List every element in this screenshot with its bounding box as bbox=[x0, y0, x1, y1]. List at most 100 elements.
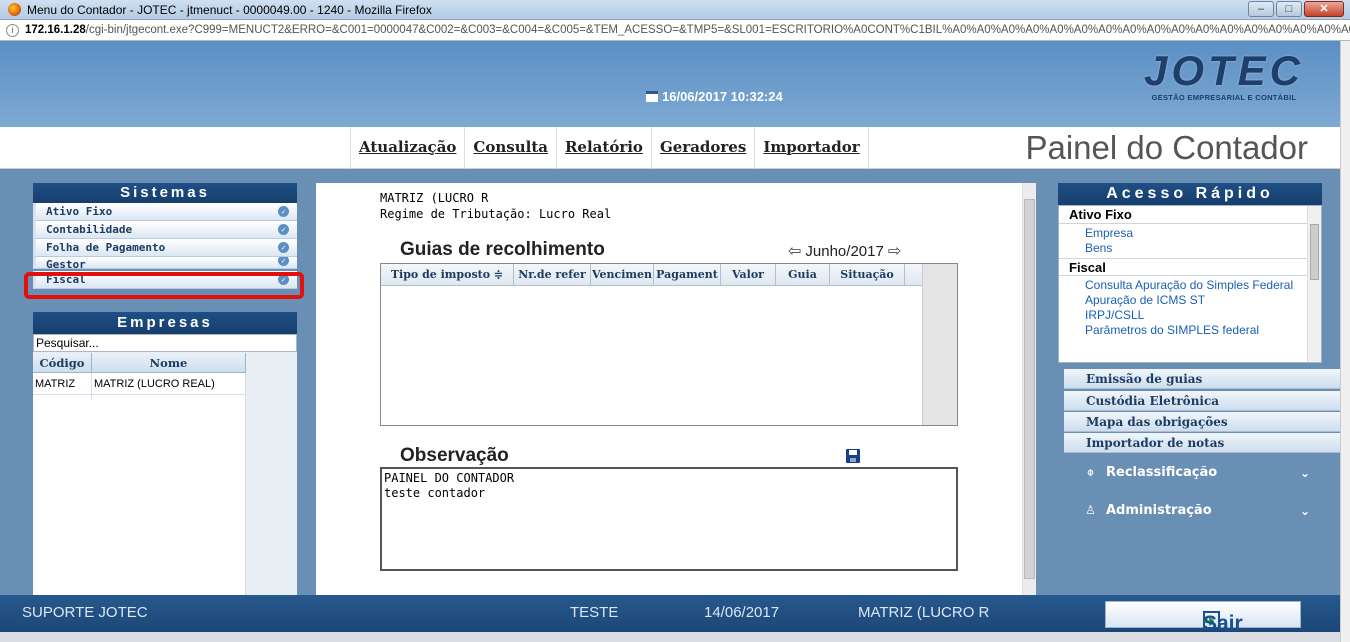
col-nr-refer[interactable]: Nr.de refer bbox=[514, 264, 591, 285]
menu-relatorio[interactable]: Relatório bbox=[555, 127, 651, 169]
minimize-button[interactable]: – bbox=[1248, 1, 1274, 17]
guias-table: Tipo de imposto ≑ Nr.de refer Vencimen P… bbox=[380, 263, 958, 426]
reclassificacao-label: Reclassificação bbox=[1106, 465, 1218, 480]
content-scrollbar[interactable] bbox=[1022, 183, 1036, 595]
sistema-label: Folha de Pagamento bbox=[46, 241, 166, 254]
footer-support: SUPORTE JOTEC bbox=[22, 604, 148, 621]
prev-month-icon[interactable]: ⇦ bbox=[788, 241, 801, 261]
col-valor[interactable]: Valor bbox=[721, 264, 776, 285]
save-icon[interactable] bbox=[846, 449, 860, 463]
maximize-button[interactable]: □ bbox=[1276, 1, 1302, 17]
menu-importador[interactable]: Importador bbox=[754, 127, 869, 169]
page-title: Painel do Contador bbox=[1025, 129, 1308, 166]
chevron-down-icon: ⌄ bbox=[1299, 504, 1310, 518]
col-codigo[interactable]: Código bbox=[33, 353, 92, 372]
empresas-title: Empresas bbox=[33, 312, 297, 334]
custodia-eletronica-button[interactable]: Custódia Eletrônica bbox=[1064, 391, 1348, 411]
guias-table-side bbox=[922, 264, 957, 425]
reclassificacao-expander[interactable]: ⌽ Reclassificação ⌄ bbox=[1064, 458, 1316, 488]
group-ativo-fixo: Ativo Fixo bbox=[1059, 206, 1321, 224]
menu-row: Atualização Consulta Relatório Geradores… bbox=[0, 127, 1340, 169]
group-fiscal: Fiscal bbox=[1059, 258, 1321, 276]
col-nome[interactable]: Nome bbox=[92, 353, 246, 372]
empresas-empty-area bbox=[33, 400, 246, 622]
guias-title: Guias de recolhimento bbox=[400, 239, 605, 260]
regime-tributacao: Regime de Tributação: Lucro Real bbox=[380, 207, 612, 221]
menu-geradores[interactable]: Geradores bbox=[650, 127, 754, 169]
status-footer: SUPORTE JOTEC TESTE 14/06/2017 MATRIZ (L… bbox=[0, 595, 1340, 635]
col-guia[interactable]: Guia bbox=[776, 264, 830, 285]
col-tipo-imposto[interactable]: Tipo de imposto ≑ bbox=[381, 264, 514, 285]
obs-line: PAINEL DO CONTADOR bbox=[384, 471, 515, 485]
fiscal-highlight-box bbox=[24, 272, 304, 299]
link-icms-st[interactable]: Apuração de ICMS ST bbox=[1059, 293, 1321, 308]
sistema-contabilidade[interactable]: Contabilidade ✓ bbox=[33, 221, 297, 239]
sistemas-title: Sistemas bbox=[33, 183, 297, 203]
url-bar[interactable]: i 172.16.1.28 /cgi-bin/jtgecont.exe?C999… bbox=[0, 20, 1350, 41]
observacao-textarea[interactable]: PAINEL DO CONTADOR teste contador bbox=[380, 467, 958, 571]
reclassify-icon: ⌽ bbox=[1086, 465, 1095, 479]
link-irpj-csll[interactable]: IRPJ/CSLL bbox=[1059, 308, 1321, 323]
footer-user: TESTE bbox=[570, 604, 619, 621]
link-consulta-simples[interactable]: Consulta Apuração do Simples Federal bbox=[1059, 276, 1321, 293]
company-name: MATRIZ (LUCRO R bbox=[380, 191, 489, 205]
month-navigator: ⇦ Junho/2017 ⇨ bbox=[788, 241, 901, 261]
link-bens[interactable]: Bens bbox=[1059, 241, 1321, 258]
acesso-rapido-title: Acesso Rápido bbox=[1058, 183, 1322, 205]
close-button[interactable]: ✕ bbox=[1304, 1, 1344, 17]
current-month: Junho/2017 bbox=[805, 242, 884, 260]
empresas-search-input[interactable]: Pesquisar... bbox=[33, 334, 297, 352]
sistema-label: Ativo Fixo bbox=[46, 205, 113, 218]
bottom-strip bbox=[0, 632, 1340, 642]
footer-company: MATRIZ (LUCRO R bbox=[858, 604, 990, 621]
mapa-obrigacoes-button[interactable]: Mapa das obrigações bbox=[1064, 412, 1348, 432]
menu-atualizacao[interactable]: Atualização bbox=[350, 127, 464, 169]
sistema-gestor[interactable]: Gestor ✓ bbox=[33, 257, 297, 269]
empresas-scroll-area bbox=[246, 353, 297, 622]
sistema-label: Contabilidade bbox=[46, 223, 133, 236]
obs-line: teste contador bbox=[384, 486, 486, 500]
main-content: MATRIZ (LUCRO R Regime de Tributação: Lu… bbox=[316, 183, 1036, 595]
col-vencimento[interactable]: Vencimen bbox=[591, 264, 654, 285]
datetime-text: 16/06/2017 10:32:24 bbox=[662, 89, 783, 104]
sistema-ativo-fixo[interactable]: Ativo Fixo ✓ bbox=[33, 203, 297, 221]
check-icon: ✓ bbox=[278, 206, 289, 217]
next-month-icon[interactable]: ⇨ bbox=[888, 241, 901, 261]
col-situacao[interactable]: Situação bbox=[830, 264, 905, 285]
datetime: 16/06/2017 10:32:24 bbox=[646, 89, 783, 104]
check-icon: ✓ bbox=[278, 224, 289, 235]
jotec-logo: JOTEC GESTÃO EMPRESARIAL E CONTÁBIL bbox=[1143, 47, 1304, 103]
acesso-scrollbar[interactable] bbox=[1307, 206, 1321, 362]
table-header: Código Nome bbox=[33, 353, 246, 373]
link-parametros-simples[interactable]: Parâmetros do SIMPLES federal bbox=[1059, 323, 1321, 338]
link-empresa[interactable]: Empresa bbox=[1059, 224, 1321, 241]
info-icon[interactable]: i bbox=[6, 23, 19, 37]
sistema-folha-pagamento[interactable]: Folha de Pagamento ✓ bbox=[33, 239, 297, 257]
firefox-icon bbox=[8, 3, 21, 16]
cell-nome: MATRIZ (LUCRO REAL) bbox=[92, 373, 246, 394]
page-scrollbar[interactable] bbox=[1340, 41, 1350, 642]
sair-button[interactable]: Sair bbox=[1105, 601, 1301, 635]
administracao-label: Administração bbox=[1106, 503, 1212, 518]
cell-codigo: MATRIZ bbox=[33, 373, 92, 394]
importador-notas-button[interactable]: Importador de notas bbox=[1064, 433, 1348, 453]
url-host: 172.16.1.28 bbox=[25, 24, 86, 36]
administracao-expander[interactable]: ♙ Administração ⌄ bbox=[1064, 496, 1316, 526]
url-path: /cgi-bin/jtgecont.exe?C999=MENUCT2&ERRO=… bbox=[85, 24, 1350, 36]
sistema-label: Gestor bbox=[46, 258, 86, 269]
window-titlebar: Menu do Contador - JOTEC - jtmenuct - 00… bbox=[0, 0, 1350, 20]
main-menu: Atualização Consulta Relatório Geradores… bbox=[350, 127, 869, 169]
menu-consulta[interactable]: Consulta bbox=[464, 127, 556, 169]
app-header: 16/06/2017 10:32:24 JOTEC GESTÃO EMPRESA… bbox=[0, 41, 1340, 127]
chevron-down-icon: ⌄ bbox=[1299, 466, 1310, 480]
observacao-title: Observação bbox=[400, 445, 509, 466]
logo-text: JOTEC bbox=[1143, 47, 1304, 94]
check-icon: ✓ bbox=[278, 242, 289, 253]
footer-date: 14/06/2017 bbox=[704, 604, 780, 621]
col-pagamento[interactable]: Pagament bbox=[654, 264, 721, 285]
calendar-icon bbox=[646, 91, 658, 102]
acesso-rapido-list: Ativo Fixo Empresa Bens Fiscal Consulta … bbox=[1058, 205, 1322, 363]
emissao-guias-button[interactable]: Emissão de guias bbox=[1064, 369, 1348, 389]
window-title: Menu do Contador - JOTEC - jtmenuct - 00… bbox=[27, 2, 432, 17]
table-row[interactable]: MATRIZ MATRIZ (LUCRO REAL) bbox=[33, 373, 246, 395]
